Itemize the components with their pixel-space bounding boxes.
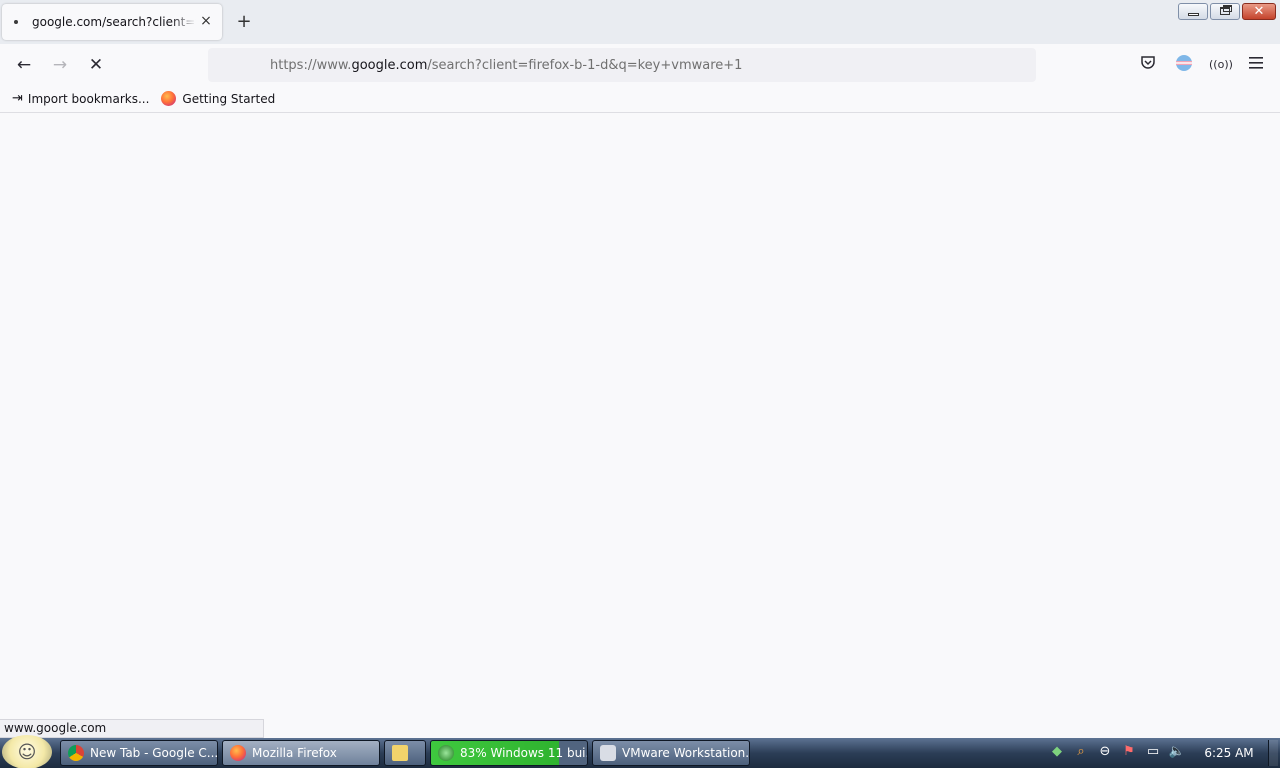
task-vmware[interactable]: VMware Workstation...	[592, 740, 750, 766]
download-icon	[438, 745, 454, 761]
vmware-icon	[600, 745, 616, 761]
browser-tab[interactable]: google.com/search?client=firefox-b-1-d&q…	[2, 4, 222, 40]
bookmark-getting-started[interactable]: Getting Started	[161, 91, 275, 106]
monitor-icon[interactable]: ▭	[1144, 743, 1162, 761]
task-firefox[interactable]: Mozilla Firefox	[222, 740, 380, 766]
screen: google.com/search?client=firefox-b-1-d&q…	[0, 0, 1280, 768]
network-icon[interactable]: ◆	[1048, 743, 1066, 761]
chrome-icon	[68, 745, 84, 761]
firefox-icon	[230, 745, 246, 761]
tab-strip: google.com/search?client=firefox-b-1-d&q…	[0, 0, 1280, 44]
stop-loading-button[interactable]: ✕	[85, 54, 107, 76]
folder-icon	[392, 745, 408, 761]
task-explorer[interactable]	[384, 740, 426, 766]
minimize-button[interactable]	[1178, 3, 1208, 20]
navigation-toolbar: ← → ✕ https://www. google.com/search?clie…	[0, 44, 1280, 85]
task-download[interactable]: 83% Windows 11 bui...	[430, 740, 588, 766]
close-window-button[interactable]: ✕	[1242, 3, 1276, 20]
pocket-icon[interactable]	[1137, 54, 1159, 76]
flag-icon[interactable]: ⚑	[1120, 743, 1138, 761]
taskbar: ☺ New Tab - Google C... Mozilla Firefox …	[0, 735, 1280, 768]
task-label: 83% Windows 11 bui...	[460, 746, 588, 760]
task-label: New Tab - Google C...	[90, 746, 218, 760]
system-tray: ◆ ⌕ ⊖ ⚑ ▭ 🔈	[1048, 743, 1186, 761]
menu-icon[interactable]	[1245, 54, 1267, 76]
loading-indicator-icon	[14, 20, 18, 24]
search-icon[interactable]: ⌕	[1072, 743, 1090, 761]
forward-button[interactable]: →	[49, 54, 71, 76]
firefox-icon	[161, 91, 177, 106]
restore-button[interactable]	[1210, 3, 1240, 20]
minimize-icon	[1188, 13, 1199, 16]
tab-title: google.com/search?client=firefox-b-1-d&q…	[32, 15, 196, 29]
bookmarks-toolbar: ⇥ Import bookmarks... Getting Started	[0, 85, 1280, 113]
import-icon: ⇥	[12, 91, 23, 106]
url-host: google.com	[351, 57, 428, 73]
task-label: VMware Workstation...	[622, 746, 750, 760]
bookmark-import[interactable]: ⇥ Import bookmarks...	[12, 91, 149, 106]
show-desktop-button[interactable]	[1268, 740, 1278, 766]
new-tab-button[interactable]: +	[234, 12, 254, 32]
url-prefix: https://www.	[270, 57, 352, 73]
status-bar: www.google.com	[0, 719, 264, 738]
task-chrome[interactable]: New Tab - Google C...	[60, 740, 218, 766]
volume-icon[interactable]: 🔈	[1168, 743, 1186, 761]
clock[interactable]: 6:25 AM	[1196, 738, 1262, 768]
tab-close-button[interactable]: ×	[198, 13, 214, 29]
page-content	[0, 113, 1280, 739]
start-button[interactable]: ☺	[2, 735, 52, 768]
chat-icon[interactable]: ⊖	[1096, 743, 1114, 761]
window-controls: ✕	[1178, 3, 1276, 20]
profile-icon[interactable]	[1173, 54, 1195, 76]
bookmark-label: Getting Started	[182, 91, 276, 106]
extension-icon[interactable]: ((o))	[1209, 54, 1233, 76]
task-label: Mozilla Firefox	[252, 746, 337, 760]
back-button[interactable]: ←	[13, 54, 35, 76]
bookmark-label: Import bookmarks...	[27, 91, 150, 106]
address-bar[interactable]: https://www. google.com/search?client=fir…	[208, 48, 1036, 82]
url-path: /search?client=firefox-b-1-d&q=key+vmwar…	[427, 57, 743, 73]
start-orb-icon: ☺	[17, 741, 37, 763]
